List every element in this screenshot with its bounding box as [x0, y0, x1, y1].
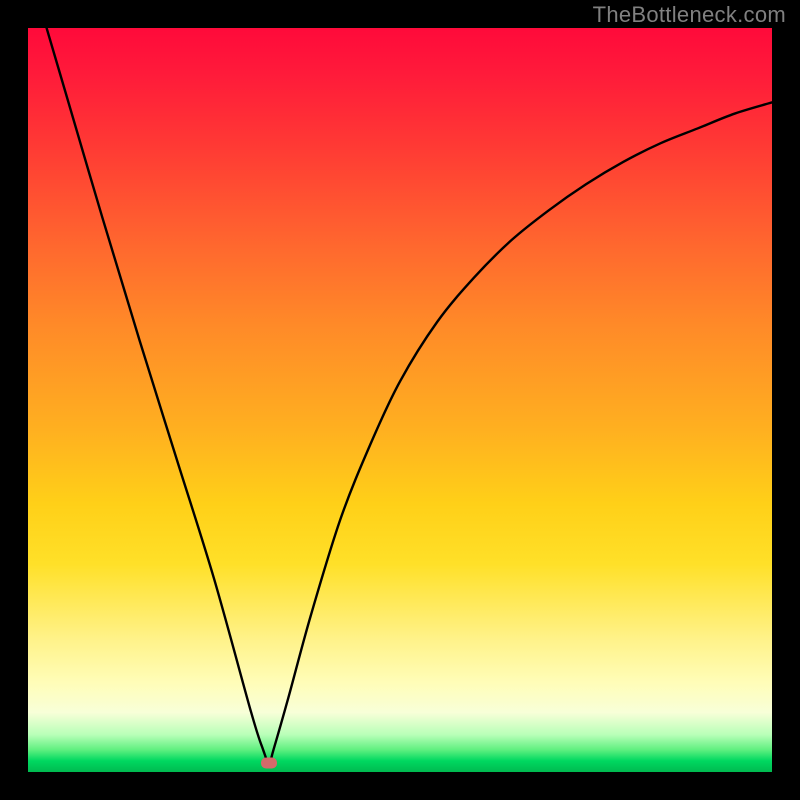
bottleneck-curve [47, 28, 772, 763]
chart-frame: TheBottleneck.com [0, 0, 800, 800]
watermark-text: TheBottleneck.com [593, 2, 786, 28]
optimum-marker [261, 758, 277, 769]
plot-area [28, 28, 772, 772]
curve-svg [28, 28, 772, 772]
